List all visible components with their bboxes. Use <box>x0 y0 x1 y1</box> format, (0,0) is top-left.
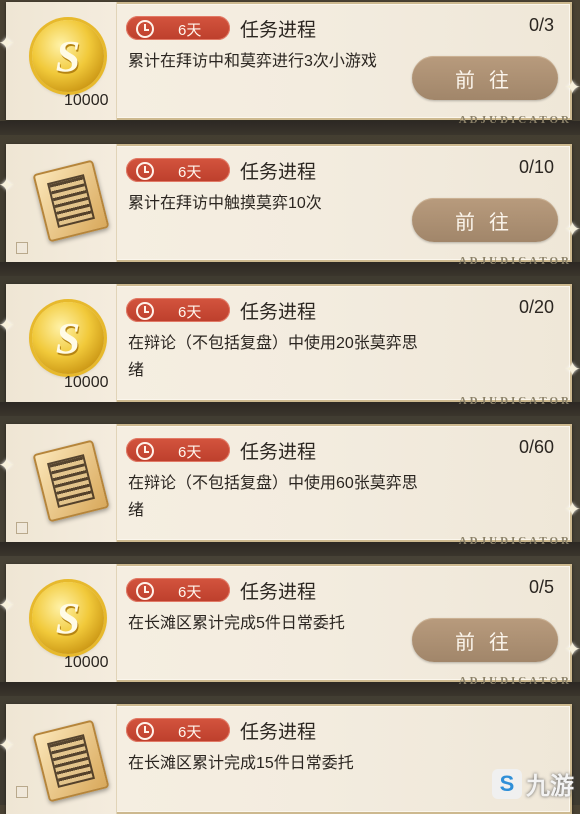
clock-icon <box>136 20 154 38</box>
adjudicator-tag: ADJUDICATOR <box>458 675 572 687</box>
progress-label: 任务进程 <box>240 722 317 743</box>
task-card: ✦ ✦ S 10000 6天 任务进程 0/3 累计在拜访中和莫弈进行3次小游戏… <box>0 2 580 120</box>
days-remaining-badge: 6天 <box>126 438 230 462</box>
progress-label: 任务进程 <box>240 582 317 603</box>
sparkle-icon: ✦ <box>564 639 580 661</box>
progress-label: 任务进程 <box>240 302 317 323</box>
progress-label: 任务进程 <box>240 442 317 463</box>
clock-icon <box>136 442 154 460</box>
sparkle-icon: ✦ <box>564 359 580 381</box>
item-frame-icon <box>16 242 28 254</box>
adjudicator-tag: ADJUDICATOR <box>458 255 572 267</box>
sparkle-icon: ✦ <box>0 175 15 197</box>
task-description: 累计在拜访中触摸莫弈10次 <box>128 195 322 212</box>
progress-label: 任务进程 <box>240 20 317 41</box>
days-remaining-badge: 6天 <box>126 578 230 602</box>
sparkle-icon: ✦ <box>0 595 15 617</box>
sparkle-icon: ✦ <box>0 33 15 55</box>
go-button[interactable]: 前往 <box>412 198 558 242</box>
s-coin-icon: S <box>32 582 104 654</box>
days-remaining-badge: 6天 <box>126 16 230 40</box>
progress-value: 0/20 <box>518 297 554 317</box>
sparkle-icon: ✦ <box>564 77 580 99</box>
progress-value: 0/5 <box>528 577 554 597</box>
progress-value: 0/60 <box>518 437 554 457</box>
days-remaining-badge: 6天 <box>126 158 230 182</box>
item-frame-icon <box>16 786 28 798</box>
task-description: 在长滩区累计完成5件日常委托 <box>128 615 345 632</box>
task-card: ✦ ✦ S 10000 6天 任务进程 0/5 在长滩区累计完成5件日常委托 前… <box>0 564 580 682</box>
adjudicator-tag: ADJUDICATOR <box>458 535 572 547</box>
task-card: ✦ ✦ S 10000 6天 任务进程 0/20 在辩论（不包括复盘）中使用20… <box>0 284 580 402</box>
task-description: 在辩论（不包括复盘）中使用60张莫弈思绪 <box>128 475 418 519</box>
task-description: 在辩论（不包括复盘）中使用20张莫弈思绪 <box>128 335 418 379</box>
reward-amount: 10000 <box>64 654 109 671</box>
task-card: ✦ ✦ 6天 任务进程 0/10 累计在拜访中触摸莫弈10次 前往 <box>0 144 580 262</box>
s-coin-icon: S <box>32 20 104 92</box>
progress-value: 0/3 <box>528 15 554 35</box>
clock-icon <box>136 302 154 320</box>
go-button[interactable]: 前往 <box>412 56 558 100</box>
task-card: ✦ 6天 任务进程 在长滩区累计完成15件日常委托 <box>0 704 572 814</box>
site-watermark: S 九游 <box>492 766 574 801</box>
task-card: ✦ ✦ 6天 任务进程 0/60 在辩论（不包括复盘）中使用60张莫弈思绪 <box>0 424 580 542</box>
progress-value: 0/10 <box>518 157 554 177</box>
clock-icon <box>136 582 154 600</box>
sparkle-icon: ✦ <box>564 219 580 241</box>
clock-icon <box>136 722 154 740</box>
reward-amount: 10000 <box>64 374 109 391</box>
card-book-icon <box>32 439 110 523</box>
watermark-text: 九游 <box>526 773 574 800</box>
task-description: 累计在拜访中和莫弈进行3次小游戏 <box>128 53 377 70</box>
card-book-icon <box>32 159 110 243</box>
s-coin-icon: S <box>32 302 104 374</box>
adjudicator-tag: ADJUDICATOR <box>458 114 572 126</box>
sparkle-icon: ✦ <box>0 315 15 337</box>
sparkle-icon: ✦ <box>564 499 580 521</box>
go-button[interactable]: 前往 <box>412 618 558 662</box>
clock-icon <box>136 162 154 180</box>
card-book-icon <box>32 719 110 803</box>
item-frame-icon <box>16 522 28 534</box>
sparkle-icon: ✦ <box>0 735 15 757</box>
sparkle-icon: ✦ <box>0 455 15 477</box>
days-remaining-badge: 6天 <box>126 298 230 322</box>
adjudicator-tag: ADJUDICATOR <box>458 395 572 407</box>
task-description: 在长滩区累计完成15件日常委托 <box>128 755 354 772</box>
days-remaining-badge: 6天 <box>126 718 230 742</box>
progress-label: 任务进程 <box>240 162 317 183</box>
watermark-logo-icon: S <box>492 768 522 799</box>
reward-amount: 10000 <box>64 92 109 109</box>
